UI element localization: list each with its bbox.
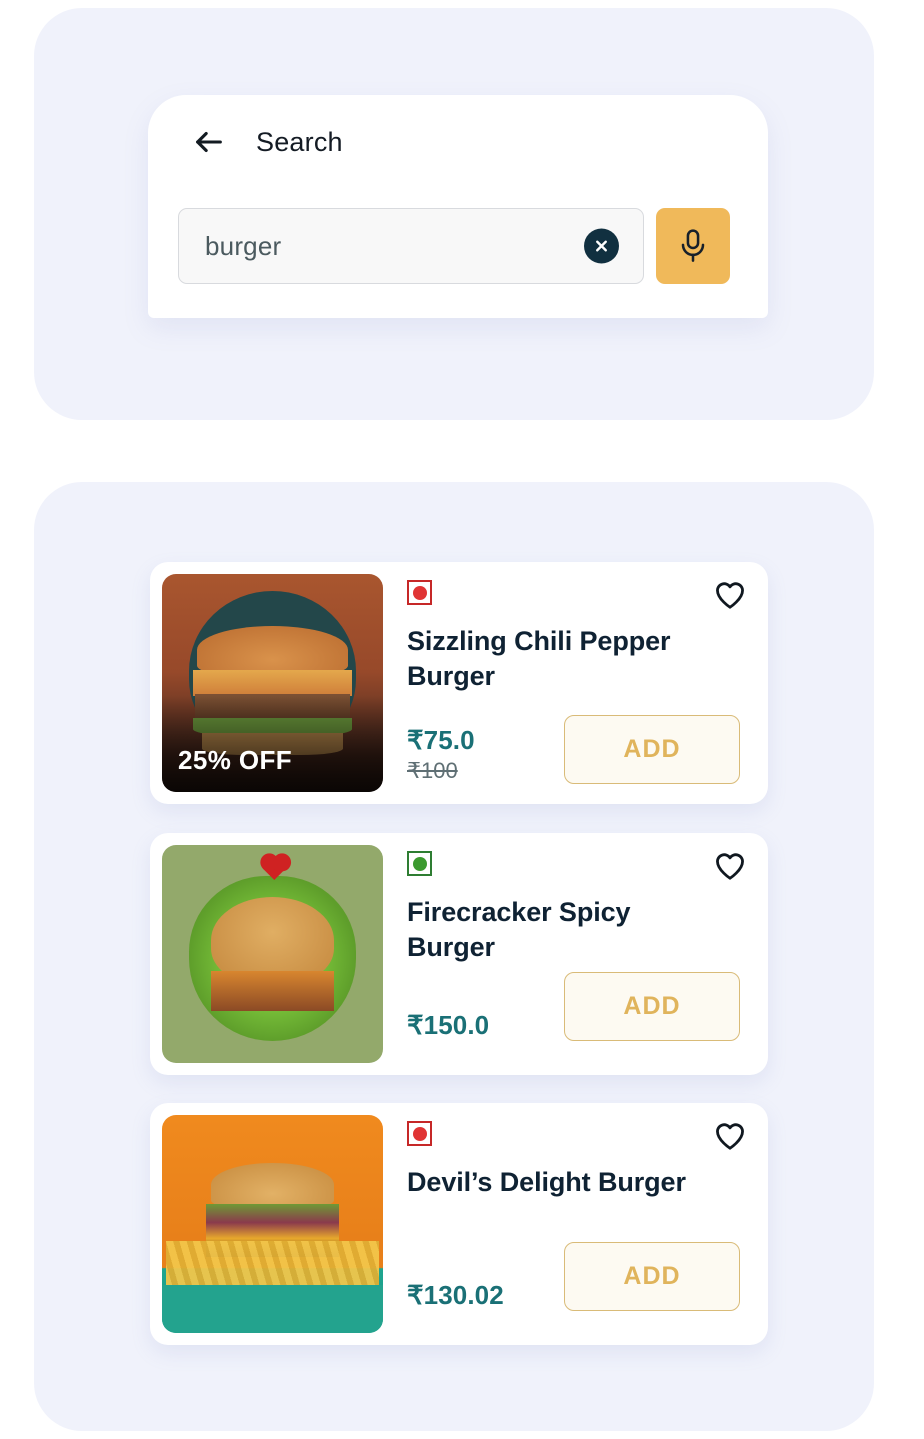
result-card[interactable]: Firecracker Spicy Burger ₹150.0 ADD xyxy=(150,833,768,1075)
add-button[interactable]: ADD xyxy=(564,972,740,1041)
food-image: 25% OFF xyxy=(162,574,383,792)
price-block: ₹75.0 ₹100 xyxy=(407,725,475,784)
food-image xyxy=(162,1115,383,1333)
original-price: ₹100 xyxy=(407,758,458,783)
non-veg-indicator-icon xyxy=(407,580,432,605)
result-info: Firecracker Spicy Burger ₹150.0 ADD xyxy=(383,845,756,1063)
current-price: ₹75.0 xyxy=(407,725,475,755)
add-button[interactable]: ADD xyxy=(564,715,740,784)
result-card[interactable]: 25% OFF Sizzling Chili Pepper Burger ₹75… xyxy=(150,562,768,804)
search-input-value: burger xyxy=(205,230,282,261)
result-info-top xyxy=(407,1121,746,1151)
result-info: Devil’s Delight Burger ₹130.02 ADD xyxy=(383,1115,756,1333)
price-row: ₹150.0 ADD xyxy=(407,972,746,1063)
back-arrow-icon[interactable] xyxy=(192,125,226,159)
heart-outline-icon[interactable] xyxy=(714,1121,746,1151)
current-price: ₹130.02 xyxy=(407,1280,504,1310)
heart-outline-icon[interactable] xyxy=(714,580,746,610)
result-info-top xyxy=(407,580,746,610)
page-title: Search xyxy=(256,126,343,157)
item-name: Devil’s Delight Burger xyxy=(407,1167,686,1197)
price-row: ₹75.0 ₹100 ADD xyxy=(407,715,746,792)
search-bar-row: burger xyxy=(178,208,730,284)
result-info: Sizzling Chili Pepper Burger ₹75.0 ₹100 … xyxy=(383,574,756,792)
veg-indicator-icon xyxy=(407,851,432,876)
microphone-icon[interactable] xyxy=(656,208,730,284)
current-price: ₹150.0 xyxy=(407,1010,490,1040)
discount-badge-label: 25% OFF xyxy=(178,745,293,775)
result-card[interactable]: Devil’s Delight Burger ₹130.02 ADD xyxy=(150,1103,768,1345)
price-block: ₹130.02 xyxy=(407,1280,504,1311)
search-header: Search xyxy=(192,125,343,159)
food-image xyxy=(162,845,383,1063)
result-info-top xyxy=(407,851,746,881)
add-button[interactable]: ADD xyxy=(564,1242,740,1311)
clear-icon[interactable] xyxy=(584,228,619,264)
search-input[interactable]: burger xyxy=(178,208,644,284)
search-card: Search burger xyxy=(148,95,768,318)
item-name: Sizzling Chili Pepper Burger xyxy=(407,626,671,692)
price-block: ₹150.0 xyxy=(407,1010,489,1041)
price-row: ₹130.02 ADD xyxy=(407,1242,746,1333)
item-name: Firecracker Spicy Burger xyxy=(407,897,631,963)
discount-badge: 25% OFF xyxy=(162,696,383,792)
burger-illustration xyxy=(162,1115,383,1333)
burger-illustration xyxy=(162,845,383,1063)
app-screen: Search burger 25% OFF Sizzling Chili Pep… xyxy=(0,0,924,1439)
non-veg-indicator-icon xyxy=(407,1121,432,1146)
heart-outline-icon[interactable] xyxy=(714,851,746,881)
